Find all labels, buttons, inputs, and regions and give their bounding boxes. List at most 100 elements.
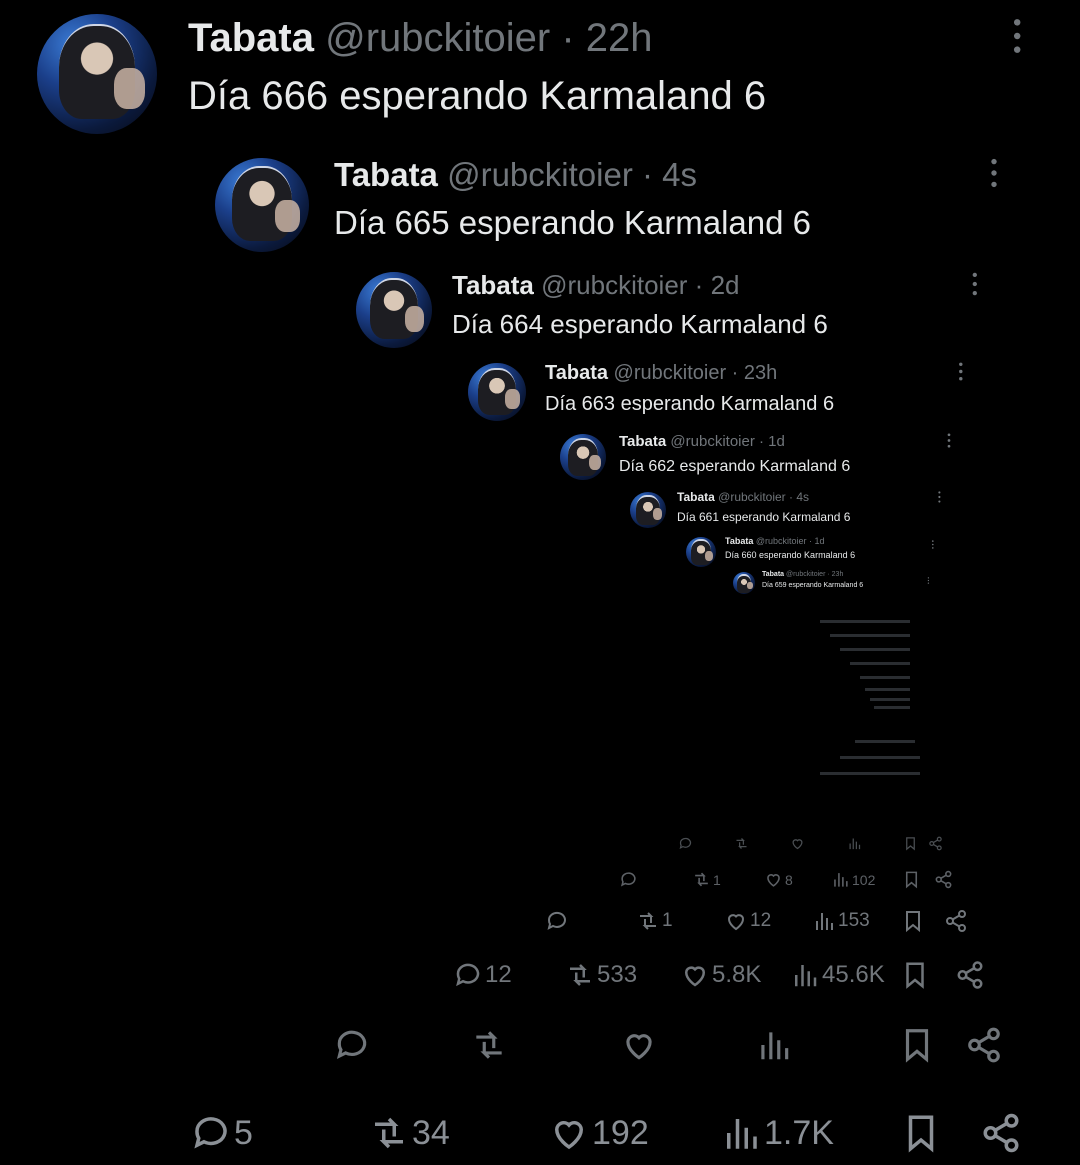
action-count: 5.8K [712,961,762,988]
more-vertical-icon[interactable] [937,490,942,508]
repost-button[interactable] [734,836,751,851]
separator-dot: · [789,490,794,504]
timestamp[interactable]: 1d [768,433,785,450]
user-handle[interactable]: @rubckitoier [614,362,727,384]
share-button[interactable] [934,870,953,889]
repost-button[interactable] [470,1026,510,1064]
views-button[interactable]: 102 [831,870,875,889]
more-vertical-icon[interactable] [931,536,935,554]
avatar[interactable] [733,572,755,594]
bookmark-button[interactable] [901,909,925,933]
reply-icon [545,909,569,933]
tweet-header: Tabata @rubckitoier · 22h [188,16,653,61]
like-button[interactable]: 8 [764,870,793,889]
bookmark-button[interactable] [900,960,930,990]
views-icon [831,870,850,889]
share-icon [965,1026,1003,1064]
user-handle[interactable]: @rubckitoier [670,433,754,450]
more-vertical-icon[interactable] [970,272,980,301]
display-name[interactable]: Tabata [188,16,314,60]
reply-button[interactable]: 12 [453,960,512,990]
more-vertical-icon[interactable] [1010,18,1024,59]
timestamp[interactable]: 2d [711,270,740,300]
more-vertical-icon[interactable] [957,362,965,386]
avatar[interactable] [215,158,309,252]
display-name[interactable]: Tabata [452,270,534,300]
like-button[interactable]: 192 [548,1112,649,1154]
action-count: 12 [485,961,512,988]
timestamp[interactable]: 23h [832,571,844,578]
reply-button[interactable] [333,1026,373,1064]
like-button[interactable]: 12 [724,909,771,933]
repost-button[interactable]: 533 [565,960,637,990]
views-button[interactable] [847,836,864,851]
timestamp[interactable]: 4s [796,490,809,504]
repost-icon [734,836,749,851]
bookmark-button[interactable] [902,870,921,889]
avatar[interactable] [37,14,157,134]
action-count: 1.7K [764,1113,834,1152]
reply-button[interactable]: 5 [190,1112,253,1154]
tweet-text: Día 659 esperando Karmaland 6 [762,582,864,589]
reply-button[interactable] [545,909,571,933]
avatar[interactable] [560,434,606,480]
display-name[interactable]: Tabata [334,156,438,193]
user-handle[interactable]: @rubckitoier [786,571,825,578]
avatar[interactable] [630,492,666,528]
user-handle[interactable]: @rubckitoier [756,536,807,546]
separator-dot: · [731,362,739,384]
share-button[interactable] [965,1026,1003,1064]
reply-button[interactable] [678,836,695,851]
action-count: 1 [713,871,721,888]
display-name[interactable]: Tabata [725,536,753,546]
reply-icon [453,960,483,990]
like-button[interactable]: 5.8K [680,960,761,990]
avatar[interactable] [686,537,716,567]
share-button[interactable] [944,909,968,933]
user-handle[interactable]: @rubckitoier [447,156,633,193]
bookmark-button[interactable] [900,1112,942,1154]
user-handle[interactable]: @rubckitoier [718,490,786,504]
share-icon [955,960,985,990]
share-button[interactable] [980,1112,1022,1154]
bookmark-button[interactable] [903,836,918,851]
more-vertical-icon[interactable] [927,571,930,589]
display-name[interactable]: Tabata [762,571,784,578]
action-count: 34 [412,1113,450,1152]
timestamp[interactable]: 23h [744,362,777,384]
display-name[interactable]: Tabata [619,433,666,450]
heart-icon [620,1026,658,1064]
reply-button[interactable] [619,870,640,889]
more-vertical-icon[interactable] [988,158,1000,193]
reply-icon [333,1026,371,1064]
avatar[interactable] [356,272,432,348]
heart-icon [764,870,783,889]
like-button[interactable] [620,1026,660,1064]
display-name[interactable]: Tabata [677,490,715,504]
bookmark-icon [900,1112,942,1154]
display-name[interactable]: Tabata [545,362,608,384]
like-button[interactable] [790,836,807,851]
repost-button[interactable]: 34 [368,1112,450,1154]
timestamp[interactable]: 4s [662,156,697,193]
share-button[interactable] [955,960,985,990]
separator-dot: · [694,270,704,300]
bookmark-button[interactable] [898,1026,936,1064]
timestamp[interactable]: 22h [586,16,653,60]
user-handle[interactable]: @rubckitoier [541,270,687,300]
views-button[interactable]: 153 [812,909,870,933]
timestamp[interactable]: 1d [815,536,825,546]
views-button[interactable]: 45.6K [790,960,885,990]
share-button[interactable] [928,836,943,851]
views-button[interactable]: 1.7K [720,1112,834,1154]
more-vertical-icon[interactable] [946,433,952,453]
tweet-header: Tabata @rubckitoier · 23h [762,571,843,578]
avatar[interactable] [468,363,526,421]
user-handle[interactable]: @rubckitoier [325,16,550,60]
action-count: 192 [592,1113,649,1152]
repost-button[interactable]: 1 [636,909,673,933]
views-button[interactable] [755,1026,795,1064]
repost-button[interactable]: 1 [692,870,721,889]
share-icon [934,870,953,889]
tweet-header: Tabata @rubckitoier · 1d [725,536,825,546]
